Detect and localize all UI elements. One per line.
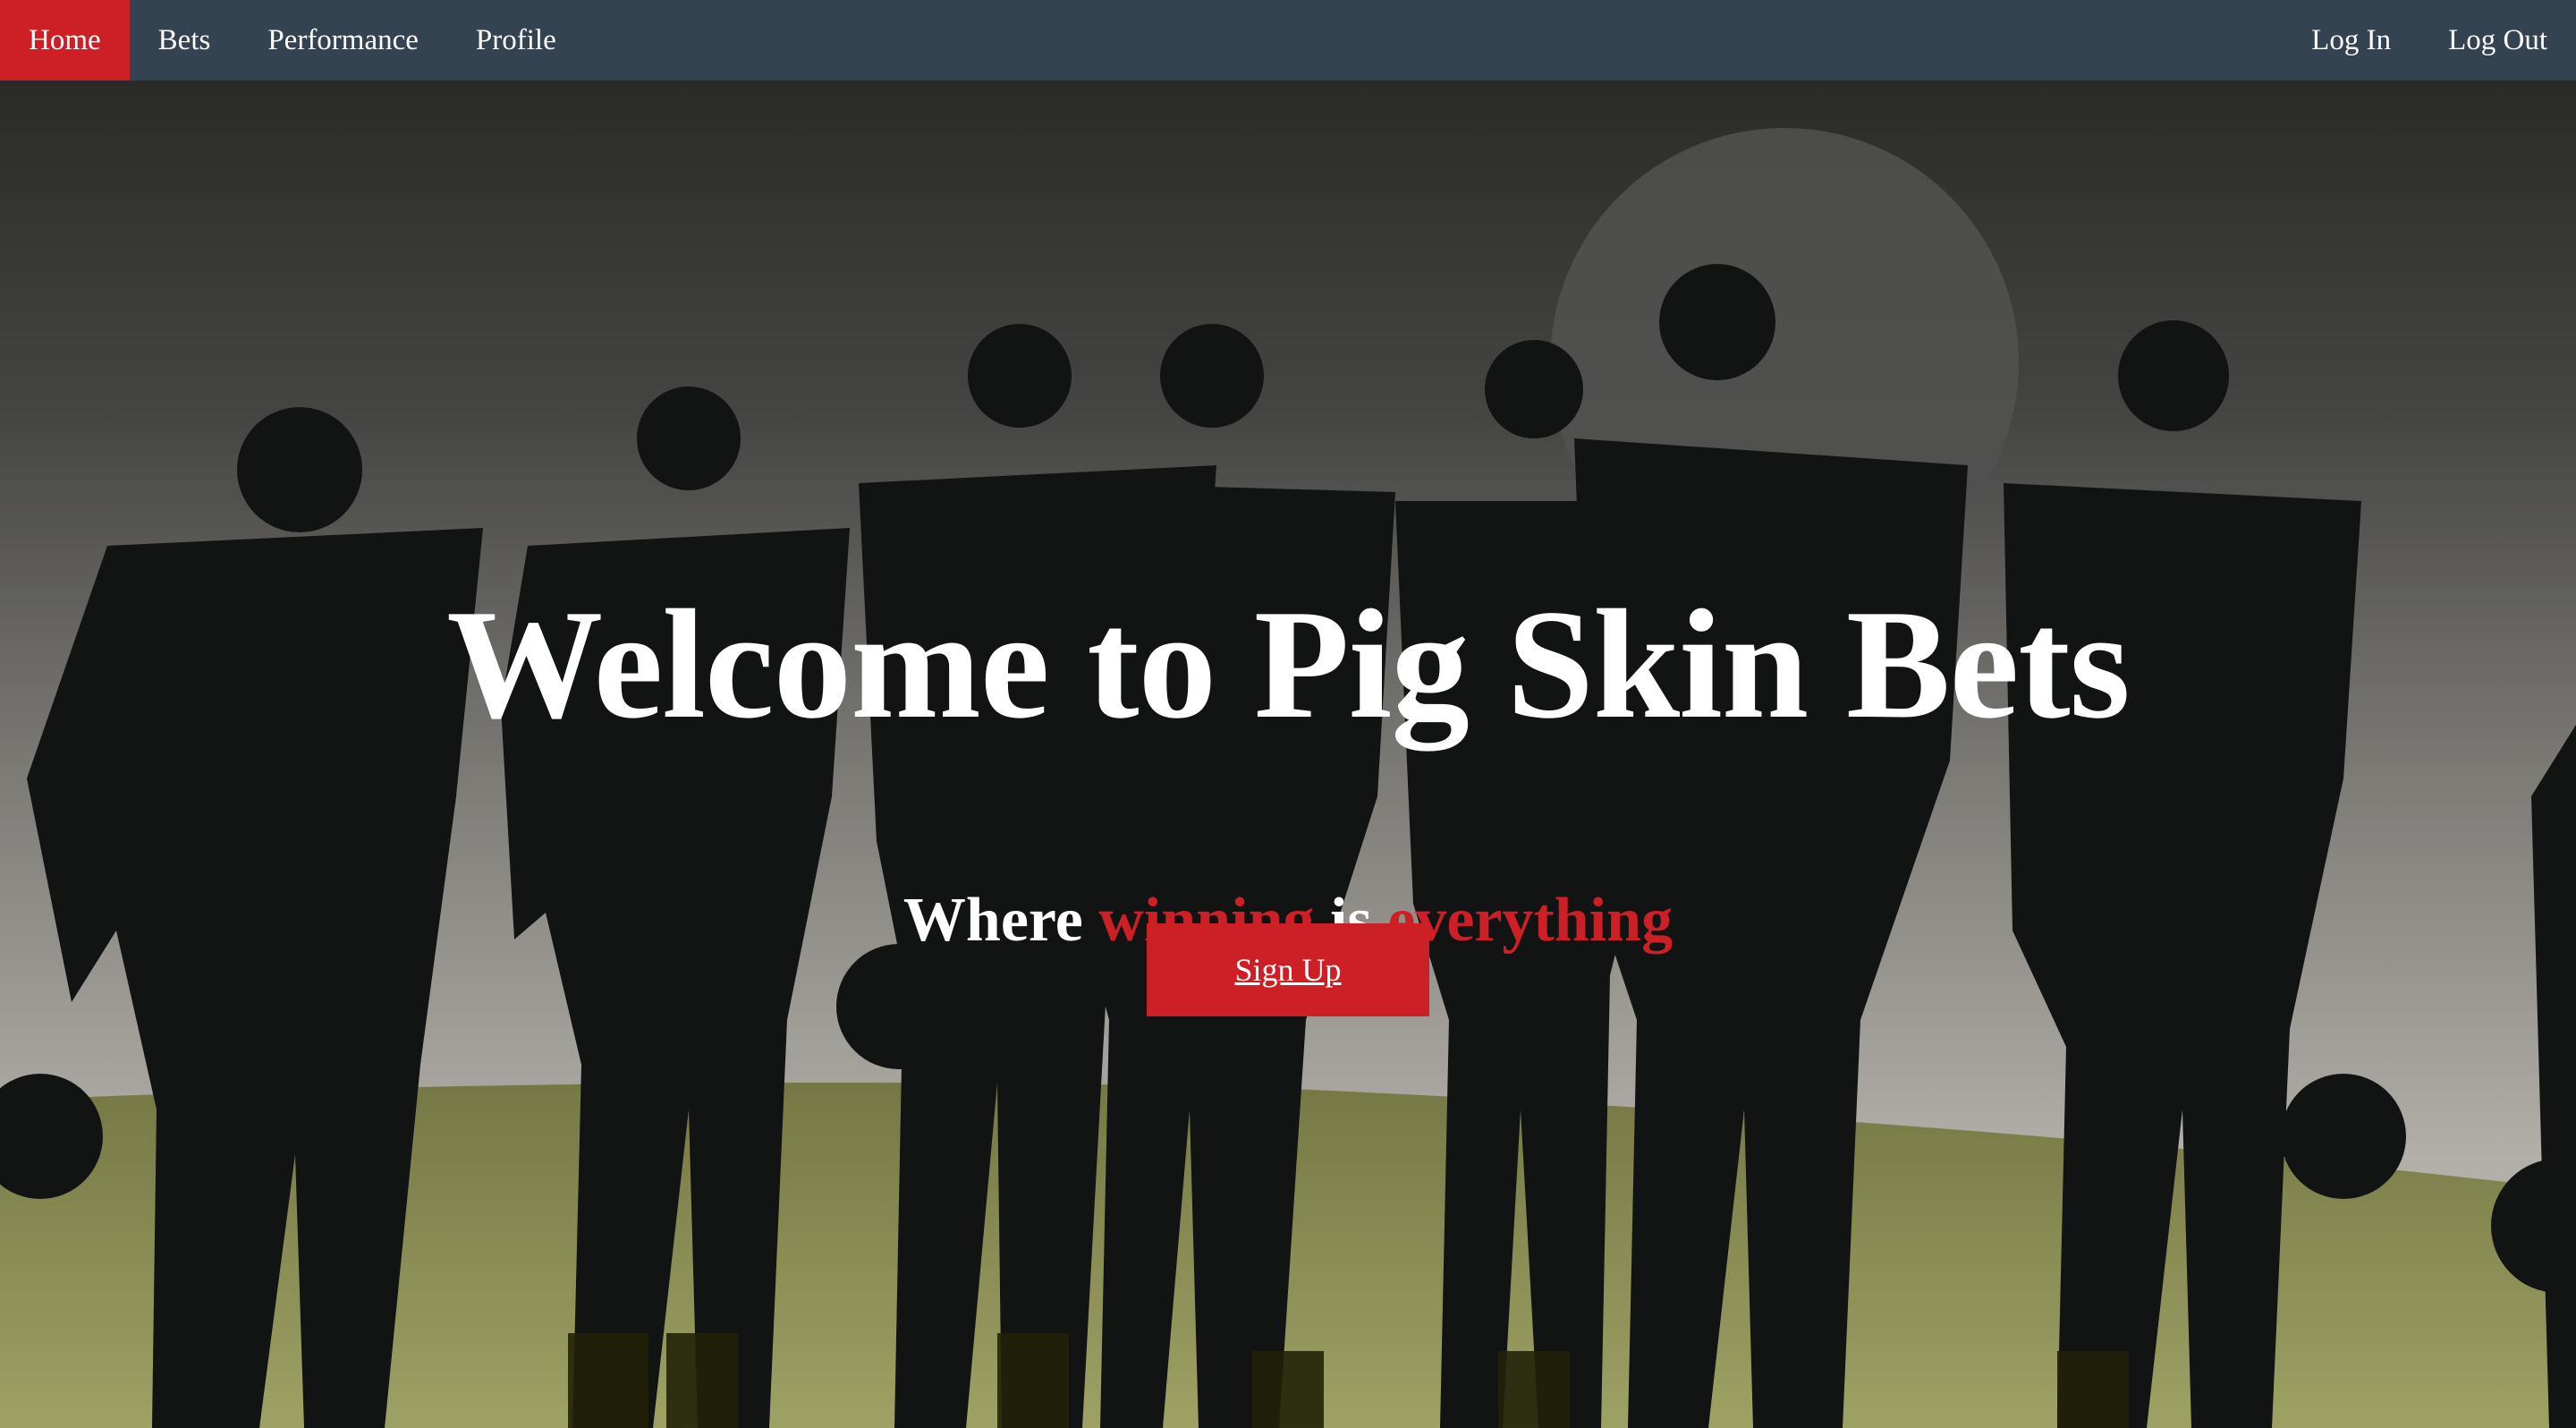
nav-home-link[interactable]: Home (0, 0, 130, 81)
nav-bets-link[interactable]: Bets (130, 0, 240, 81)
nav-performance-link[interactable]: Performance (239, 0, 447, 81)
hero-section: Welcome to Pig Skin Bets Where winning i… (0, 81, 2576, 1428)
nav-right-group: Log In Log Out (2283, 0, 2576, 81)
top-navbar: Home Bets Performance Profile Log In Log… (0, 0, 2576, 81)
subtitle-part-where: Where (902, 886, 1099, 955)
hero-content: Welcome to Pig Skin Bets Where winning i… (0, 81, 2576, 1428)
sign-up-button[interactable]: Sign Up (1147, 923, 1429, 1016)
nav-logout-link[interactable]: Log Out (2419, 0, 2576, 81)
nav-profile-link[interactable]: Profile (447, 0, 585, 81)
hero-title: Welcome to Pig Skin Bets (446, 577, 2130, 751)
subtitle-part-everything: everything (1387, 886, 1674, 955)
nav-login-link[interactable]: Log In (2283, 0, 2419, 81)
nav-left-group: Home Bets Performance Profile (0, 0, 585, 81)
